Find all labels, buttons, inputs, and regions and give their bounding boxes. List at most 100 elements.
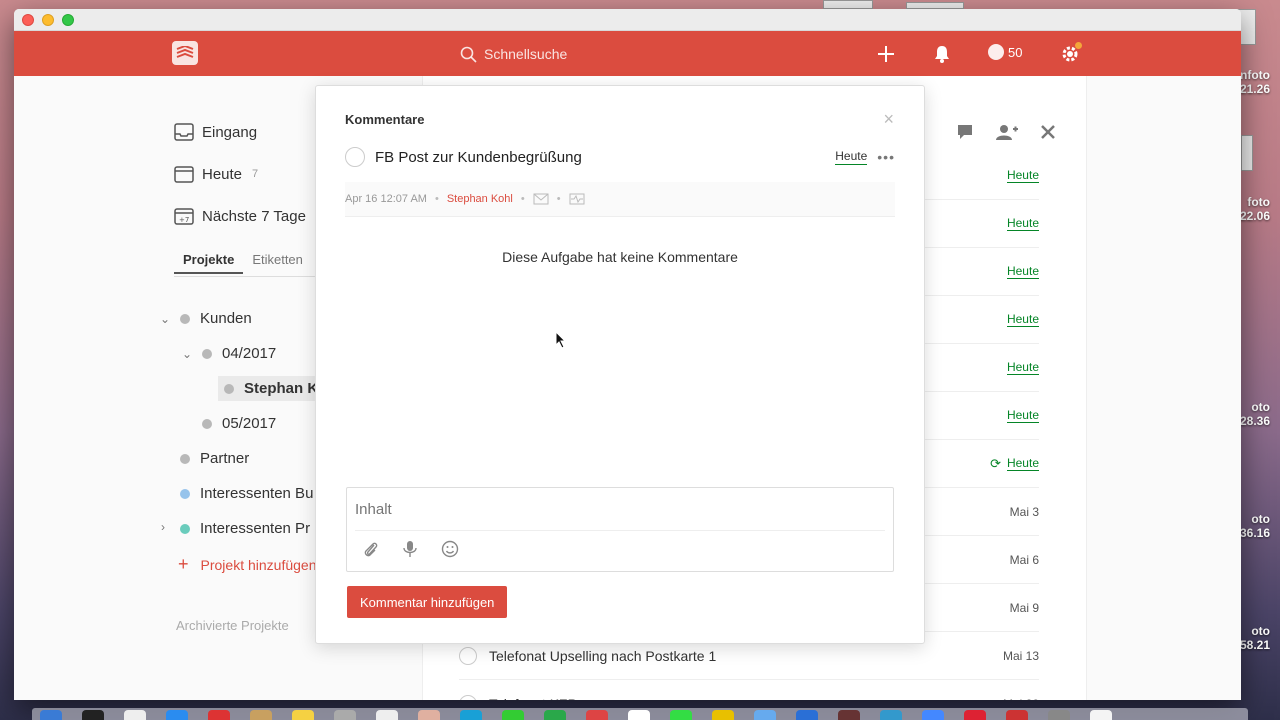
more-options-icon[interactable]: ••• bbox=[877, 149, 895, 165]
dock-app-icon[interactable] bbox=[922, 710, 944, 720]
gear-icon[interactable] bbox=[1059, 42, 1082, 65]
task-due-date[interactable]: Mai 13 bbox=[1003, 649, 1039, 663]
dock-app-icon[interactable] bbox=[208, 710, 230, 720]
project-label: 04/2017 bbox=[222, 345, 277, 362]
task-due-date[interactable]: Heute bbox=[835, 149, 868, 165]
project-item[interactable]: Kunden bbox=[180, 310, 252, 327]
microphone-icon[interactable] bbox=[403, 540, 417, 558]
dock-app-icon[interactable] bbox=[40, 710, 62, 720]
dock-app-icon[interactable] bbox=[502, 710, 524, 720]
author-link[interactable]: Stephan Kohl bbox=[447, 193, 513, 205]
task-meta: Apr 16 12:07 AM • Stephan Kohl • • bbox=[345, 182, 895, 217]
task-due-date[interactable]: Mai 20 bbox=[1003, 697, 1039, 701]
dock-app-icon[interactable] bbox=[838, 710, 860, 720]
dock-app-icon[interactable] bbox=[82, 710, 104, 720]
desktop-file-label[interactable]: oto 28.36 bbox=[1240, 400, 1270, 428]
sidebar-item-inbox[interactable]: Eingang bbox=[174, 123, 257, 141]
dock-app-icon[interactable] bbox=[628, 710, 650, 720]
minimize-window-button[interactable] bbox=[42, 14, 54, 26]
desktop-thumbnail bbox=[1241, 135, 1253, 171]
task-name[interactable]: Telefonat Upselling nach Postkarte 1 bbox=[489, 648, 1003, 664]
maximize-window-button[interactable] bbox=[62, 14, 74, 26]
search-icon bbox=[460, 46, 477, 63]
dock-app-icon[interactable] bbox=[292, 710, 314, 720]
dock-app-icon[interactable] bbox=[712, 710, 734, 720]
project-item[interactable]: Interessenten Pr bbox=[180, 520, 310, 537]
chevron-down-icon[interactable]: ⌄ bbox=[182, 347, 192, 361]
task-checkbox[interactable] bbox=[459, 646, 477, 665]
task-due-date[interactable]: Heute bbox=[1006, 168, 1039, 183]
dock-app-icon[interactable] bbox=[334, 710, 356, 720]
dock-app-icon[interactable] bbox=[964, 710, 986, 720]
task-due-date[interactable]: Heute bbox=[1006, 216, 1039, 231]
top-bar: Schnellsuche 50 bbox=[14, 31, 1241, 76]
dock-app-icon[interactable] bbox=[376, 710, 398, 720]
window-titlebar[interactable] bbox=[14, 9, 1241, 31]
karma-badge[interactable]: 50 bbox=[988, 44, 1022, 60]
task-due-date[interactable]: Heute bbox=[1006, 312, 1039, 327]
project-item[interactable]: Interessenten Bu bbox=[180, 485, 313, 502]
dock-app-icon[interactable] bbox=[418, 710, 440, 720]
task-title[interactable]: FB Post zur Kundenbegrüßung bbox=[375, 149, 835, 166]
dock-app-icon[interactable] bbox=[754, 710, 776, 720]
add-comment-button[interactable]: Kommentar hinzufügen bbox=[347, 586, 508, 618]
dock-app-icon[interactable] bbox=[166, 710, 188, 720]
dock-app-icon[interactable] bbox=[1048, 710, 1070, 720]
close-window-button[interactable] bbox=[22, 14, 34, 26]
quick-search[interactable]: Schnellsuche bbox=[460, 43, 567, 65]
task-checkbox[interactable] bbox=[459, 694, 477, 700]
tab-projects[interactable]: Projekte bbox=[174, 252, 244, 274]
tab-labels[interactable]: Etiketten bbox=[243, 252, 312, 274]
desktop-file-label[interactable]: oto 58.21 bbox=[1240, 624, 1270, 652]
emoji-icon[interactable] bbox=[441, 540, 459, 558]
project-actions bbox=[956, 124, 1056, 140]
dock-app-icon[interactable] bbox=[250, 710, 272, 720]
archived-projects-link[interactable]: Archivierte Projekte bbox=[176, 618, 289, 633]
dock-app-icon[interactable] bbox=[1006, 710, 1028, 720]
add-person-icon[interactable] bbox=[996, 124, 1018, 140]
desktop-file-label[interactable]: oto 36.16 bbox=[1240, 512, 1270, 540]
comment-input[interactable] bbox=[347, 488, 893, 530]
project-color-dot bbox=[224, 383, 234, 394]
dock-app-icon[interactable] bbox=[670, 710, 692, 720]
chevron-right-icon[interactable]: › bbox=[161, 520, 165, 534]
task-due-date[interactable]: Heute bbox=[1006, 408, 1039, 423]
task-due-date[interactable]: Heute bbox=[1006, 360, 1039, 375]
project-item[interactable]: 04/2017 bbox=[202, 345, 276, 362]
task-row[interactable]: Telefonat KZPMai 20 bbox=[459, 680, 1039, 700]
paperclip-icon[interactable] bbox=[363, 540, 379, 558]
close-icon[interactable]: × bbox=[883, 110, 894, 128]
add-task-icon[interactable] bbox=[875, 43, 897, 65]
task-due-date[interactable]: Mai 9 bbox=[1010, 601, 1039, 615]
project-item[interactable]: 05/2017 bbox=[202, 415, 276, 432]
project-color-dot bbox=[180, 523, 190, 534]
bell-icon[interactable] bbox=[931, 43, 953, 65]
tools-icon[interactable] bbox=[1040, 124, 1056, 140]
add-project-button[interactable]: + Projekt hinzufügen bbox=[178, 554, 316, 575]
task-name[interactable]: Telefonat KZP bbox=[489, 696, 1003, 701]
dock-app-icon[interactable] bbox=[796, 710, 818, 720]
sidebar-item-today[interactable]: Heute 7 bbox=[174, 165, 258, 183]
comments-modal: Kommentare × FB Post zur Kundenbegrüßung… bbox=[315, 85, 925, 644]
task-due-date[interactable]: Mai 6 bbox=[1010, 553, 1039, 567]
task-due-date[interactable]: Heute bbox=[1006, 456, 1039, 471]
project-color-dot bbox=[180, 453, 190, 464]
task-checkbox[interactable] bbox=[345, 147, 365, 167]
email-icon[interactable] bbox=[533, 193, 549, 205]
sidebar-item-next-7-days[interactable]: +7 Nächste 7 Tage 7 bbox=[174, 207, 322, 225]
dock-app-icon[interactable] bbox=[460, 710, 482, 720]
dock-app-icon[interactable] bbox=[124, 710, 146, 720]
task-due-date[interactable]: Heute bbox=[1006, 264, 1039, 279]
comment-icon[interactable] bbox=[956, 124, 974, 140]
activity-icon[interactable] bbox=[569, 193, 585, 205]
chevron-down-icon[interactable]: ⌄ bbox=[160, 312, 170, 326]
dock-app-icon[interactable] bbox=[544, 710, 566, 720]
dock-app-icon[interactable] bbox=[1090, 710, 1112, 720]
todoist-logo-icon[interactable] bbox=[172, 41, 198, 65]
dock-app-icon[interactable] bbox=[880, 710, 902, 720]
project-item[interactable]: Partner bbox=[180, 450, 249, 467]
calendar-icon bbox=[174, 166, 194, 183]
task-due-date[interactable]: Mai 3 bbox=[1010, 505, 1039, 519]
sidebar-item-label: Heute bbox=[202, 165, 243, 183]
dock-app-icon[interactable] bbox=[586, 710, 608, 720]
